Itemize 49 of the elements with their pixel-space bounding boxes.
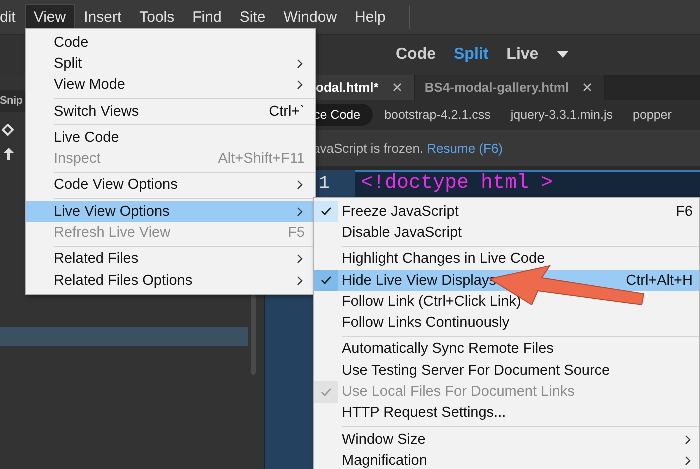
scrollbar[interactable] — [251, 295, 256, 375]
menu-item[interactable]: Follow Links Continuously — [314, 312, 699, 334]
menu-bar-item[interactable]: Window — [274, 4, 346, 30]
menu-item[interactable]: Code View Options — [26, 174, 315, 196]
menu-bar-item[interactable]: Find — [184, 4, 231, 30]
close-icon[interactable] — [583, 83, 592, 92]
menu-item[interactable]: Related Files — [26, 248, 315, 270]
menu-bar-item[interactable]: Site — [230, 4, 275, 30]
view-mode-button[interactable]: Code — [388, 42, 444, 68]
panel-tab[interactable]: Snip — [0, 95, 23, 107]
related-file-tab[interactable]: popper — [625, 104, 680, 126]
menu-item[interactable]: Code — [26, 32, 315, 54]
view-mode-button[interactable]: Split — [446, 42, 497, 68]
menu-item[interactable]: Split — [26, 53, 315, 75]
chevron-right-icon — [295, 80, 305, 90]
menu-item[interactable]: Follow Link (Ctrl+Click Link) — [314, 291, 699, 312]
document-tab[interactable]: BS4-modal-gallery.html — [414, 75, 606, 100]
menu-item[interactable]: Automatically Sync Remote Files — [314, 338, 699, 360]
chevron-right-icon — [295, 58, 305, 69]
menu-item[interactable]: HTTP Request Settings... — [314, 402, 699, 424]
chevron-right-icon — [295, 180, 305, 190]
menu-bar-item[interactable]: Help — [346, 4, 395, 30]
menu-bar-item[interactable]: Insert — [75, 4, 131, 30]
chevron-right-icon — [295, 276, 305, 286]
menu-item[interactable]: Disable JavaScript — [314, 222, 699, 244]
resume-link[interactable]: Resume (F6) — [427, 140, 504, 156]
menu-item[interactable]: Related Files Options — [26, 270, 315, 292]
dropdown-caret-icon[interactable] — [556, 51, 569, 59]
related-file-tab[interactable]: bootstrap-4.2.1.css — [376, 104, 499, 126]
chevron-right-icon — [683, 434, 693, 445]
menu-item[interactable]: Freeze JavaScript F6 — [314, 201, 699, 222]
line-number: 1 — [318, 174, 331, 194]
menu-bar-item[interactable]: Tools — [130, 4, 184, 30]
menu-item[interactable]: Magnification — [314, 450, 699, 469]
menu-item[interactable]: Highlight Changes in Live Code — [314, 248, 699, 270]
menu-item[interactable]: Use Testing Server For Document Source — [314, 360, 699, 382]
related-file-tab[interactable]: jquery-3.3.1.min.js — [502, 104, 621, 126]
menu-bar-item[interactable]: dit — [0, 4, 25, 30]
chevron-right-icon — [683, 456, 693, 466]
code-tag-icon[interactable] — [2, 124, 14, 136]
menu-item[interactable]: Window Size — [314, 428, 699, 450]
menu-bar-item[interactable]: View — [24, 4, 76, 30]
chevron-right-icon — [295, 206, 305, 217]
close-icon[interactable] — [392, 83, 402, 92]
up-arrow-icon[interactable] — [4, 148, 14, 160]
menu-item[interactable]: Live Code — [26, 127, 315, 148]
chevron-right-icon — [295, 254, 305, 264]
view-mode-button[interactable]: Live — [498, 42, 547, 68]
menu-item[interactable]: Live View Options — [26, 201, 315, 222]
